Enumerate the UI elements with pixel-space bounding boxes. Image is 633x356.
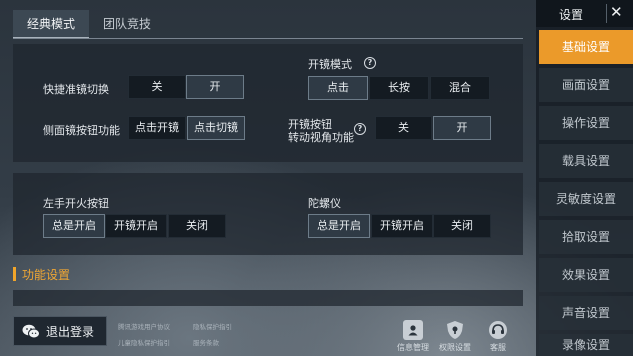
scope-view-off-button[interactable]: 关 (375, 116, 432, 140)
gyro-always-button[interactable]: 总是开启 (308, 214, 370, 238)
function-settings-panel (13, 290, 523, 306)
sidebar-item-graphics[interactable]: 画面设置 (539, 68, 633, 102)
side-scope-label: 侧面镜按钮功能 (43, 124, 120, 137)
left-fire-always-button[interactable]: 总是开启 (43, 214, 105, 238)
quick-scope-label: 快捷准镜切换 (43, 83, 109, 96)
tab-classic[interactable]: 经典模式 (13, 10, 89, 39)
side-scope-open-button[interactable]: 点击开镜 (128, 116, 186, 140)
permission-settings-button[interactable]: 权限设置 (438, 320, 472, 353)
scope-mode-label: 开镜模式 (308, 58, 352, 71)
sidebar-item-sensitivity[interactable]: 灵敏度设置 (539, 182, 633, 216)
permission-settings-label: 权限设置 (439, 343, 471, 352)
sidebar-item-replay[interactable]: 录像设置 (539, 334, 633, 356)
customer-service-label: 客服 (490, 343, 506, 352)
close-icon[interactable]: ✕ (610, 3, 623, 21)
terms-link[interactable]: 服务条款 (193, 337, 219, 347)
info-management-label: 信息管理 (397, 343, 429, 352)
side-scope-switch-button[interactable]: 点击切镜 (187, 116, 245, 140)
user-agreement-link[interactable]: 腾讯游戏用户协议 (118, 321, 170, 331)
mode-tabs: 经典模式 团队竞技 (13, 10, 165, 39)
logout-button[interactable]: 退出登录 (13, 316, 107, 346)
id-card-icon (403, 320, 423, 340)
gyro-off-button[interactable]: 关闭 (433, 214, 491, 238)
gyro-label: 陀螺仪 (308, 197, 341, 210)
tab-team[interactable]: 团队竞技 (89, 10, 165, 39)
sidebar-item-pickup[interactable]: 拾取设置 (539, 220, 633, 254)
tab-divider (13, 38, 523, 39)
scope-settings-panel: 快捷准镜切换 关 开 侧面镜按钮功能 点击开镜 点击切镜 开镜模式 ? 点击 长… (13, 44, 523, 162)
sidebar-item-controls[interactable]: 操作设置 (539, 106, 633, 140)
section-accent-bar (13, 267, 16, 281)
privacy-guide-link[interactable]: 隐私保护指引 (193, 321, 232, 331)
scope-mode-tap-button[interactable]: 点击 (308, 76, 368, 100)
scope-view-help-icon[interactable]: ? (354, 123, 366, 135)
scope-mode-help-icon[interactable]: ? (364, 57, 376, 69)
scope-mode-mixed-button[interactable]: 混合 (430, 76, 490, 100)
sidebar-item-sound[interactable]: 声音设置 (539, 296, 633, 330)
gyro-scope-button[interactable]: 开镜开启 (371, 214, 433, 238)
sidebar-item-vehicle[interactable]: 载具设置 (539, 144, 633, 178)
sidebar-item-effects[interactable]: 效果设置 (539, 258, 633, 292)
scope-mode-hold-button[interactable]: 长按 (369, 76, 429, 100)
quick-scope-on-button[interactable]: 开 (186, 75, 244, 99)
shield-icon (445, 320, 465, 340)
section-header: 功能设置 (13, 266, 70, 282)
scope-view-on-button[interactable]: 开 (433, 116, 491, 140)
sidebar-item-basic[interactable]: 基础设置 (539, 30, 633, 64)
sidebar-header-divider (606, 4, 607, 23)
quick-scope-off-button[interactable]: 关 (128, 75, 186, 99)
sidebar-title: 设置 (559, 8, 584, 22)
scope-view-label-2: 转动视角功能 (288, 131, 354, 144)
left-fire-scope-button[interactable]: 开镜开启 (105, 214, 167, 238)
left-fire-off-button[interactable]: 关闭 (168, 214, 226, 238)
info-management-button[interactable]: 信息管理 (396, 320, 430, 353)
fire-gyro-panel: 左手开火按钮 总是开启 开镜开启 关闭 陀螺仪 总是开启 开镜开启 关闭 (13, 173, 523, 255)
logout-label: 退出登录 (46, 324, 95, 339)
left-fire-label: 左手开火按钮 (43, 197, 109, 210)
customer-service-button[interactable]: 客服 (481, 320, 515, 353)
section-title: 功能设置 (22, 267, 71, 282)
wechat-icon (22, 324, 40, 338)
child-privacy-link[interactable]: 儿童隐私保护指引 (118, 337, 170, 347)
headset-icon (488, 320, 508, 340)
